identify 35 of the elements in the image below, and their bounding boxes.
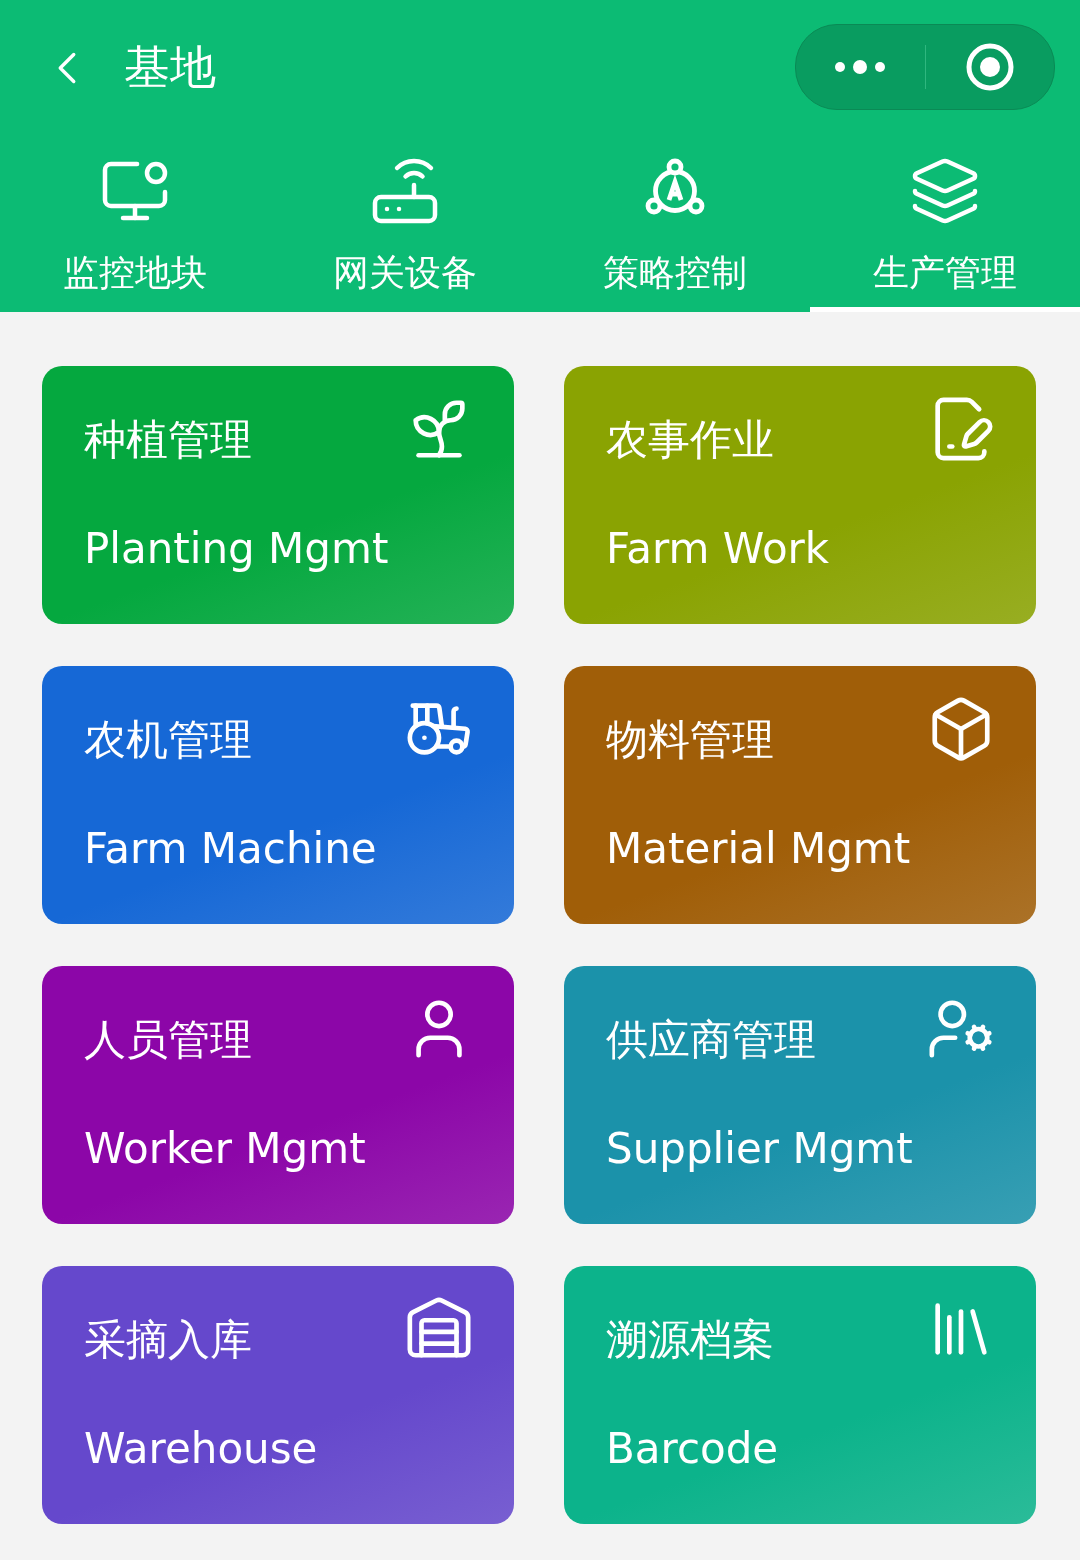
menu-card[interactable]: 溯源档案 Barcode — [564, 1266, 1036, 1524]
card-subtitle: Material Mgmt — [606, 824, 912, 873]
menu-card[interactable]: 人员管理 Worker Mgmt — [42, 966, 514, 1224]
menu-card[interactable]: 采摘入库 Warehouse — [42, 1266, 514, 1524]
nav-tab[interactable]: 监控地块 — [0, 135, 270, 312]
menu-card[interactable]: 农机管理 Farm Machine — [42, 666, 514, 924]
card-subtitle: Farm Machine — [84, 824, 378, 873]
menu-card[interactable]: 农事作业 Farm Work — [564, 366, 1036, 624]
menu-card[interactable]: 供应商管理 Supplier Mgmt — [564, 966, 1036, 1224]
card-title: 溯源档案 — [606, 1314, 774, 1366]
tab-label: 监控地块 — [63, 251, 207, 295]
tab-label: 生产管理 — [873, 251, 1017, 295]
card-title: 供应商管理 — [606, 1014, 816, 1066]
menu-card[interactable]: 物料管理 Material Mgmt — [564, 666, 1036, 924]
card-subtitle: Farm Work — [606, 524, 831, 573]
card-title: 农机管理 — [84, 714, 252, 766]
card-title: 种植管理 — [84, 414, 252, 466]
card-title: 人员管理 — [84, 1014, 252, 1066]
more-icon[interactable] — [833, 59, 888, 74]
card-subtitle: Barcode — [606, 1424, 780, 1473]
card-subtitle: Worker Mgmt — [84, 1124, 367, 1173]
nav-tab[interactable]: 网关设备 — [270, 135, 540, 312]
card-title: 物料管理 — [606, 714, 774, 766]
tab-label: 网关设备 — [333, 251, 477, 295]
page-title: 基地 — [124, 38, 217, 96]
menu-card[interactable]: 种植管理 Planting Mgmt — [42, 366, 514, 624]
tab-label: 策略控制 — [603, 251, 747, 295]
nav-tab[interactable]: 生产管理 — [810, 135, 1080, 312]
card-title: 农事作业 — [606, 414, 774, 466]
card-subtitle: Supplier Mgmt — [606, 1124, 914, 1173]
card-subtitle: Planting Mgmt — [84, 524, 390, 573]
target-icon[interactable] — [964, 41, 1015, 92]
nav-tab[interactable]: 策略控制 — [540, 135, 810, 312]
card-subtitle: Warehouse — [84, 1424, 319, 1473]
card-title: 采摘入库 — [84, 1314, 252, 1366]
